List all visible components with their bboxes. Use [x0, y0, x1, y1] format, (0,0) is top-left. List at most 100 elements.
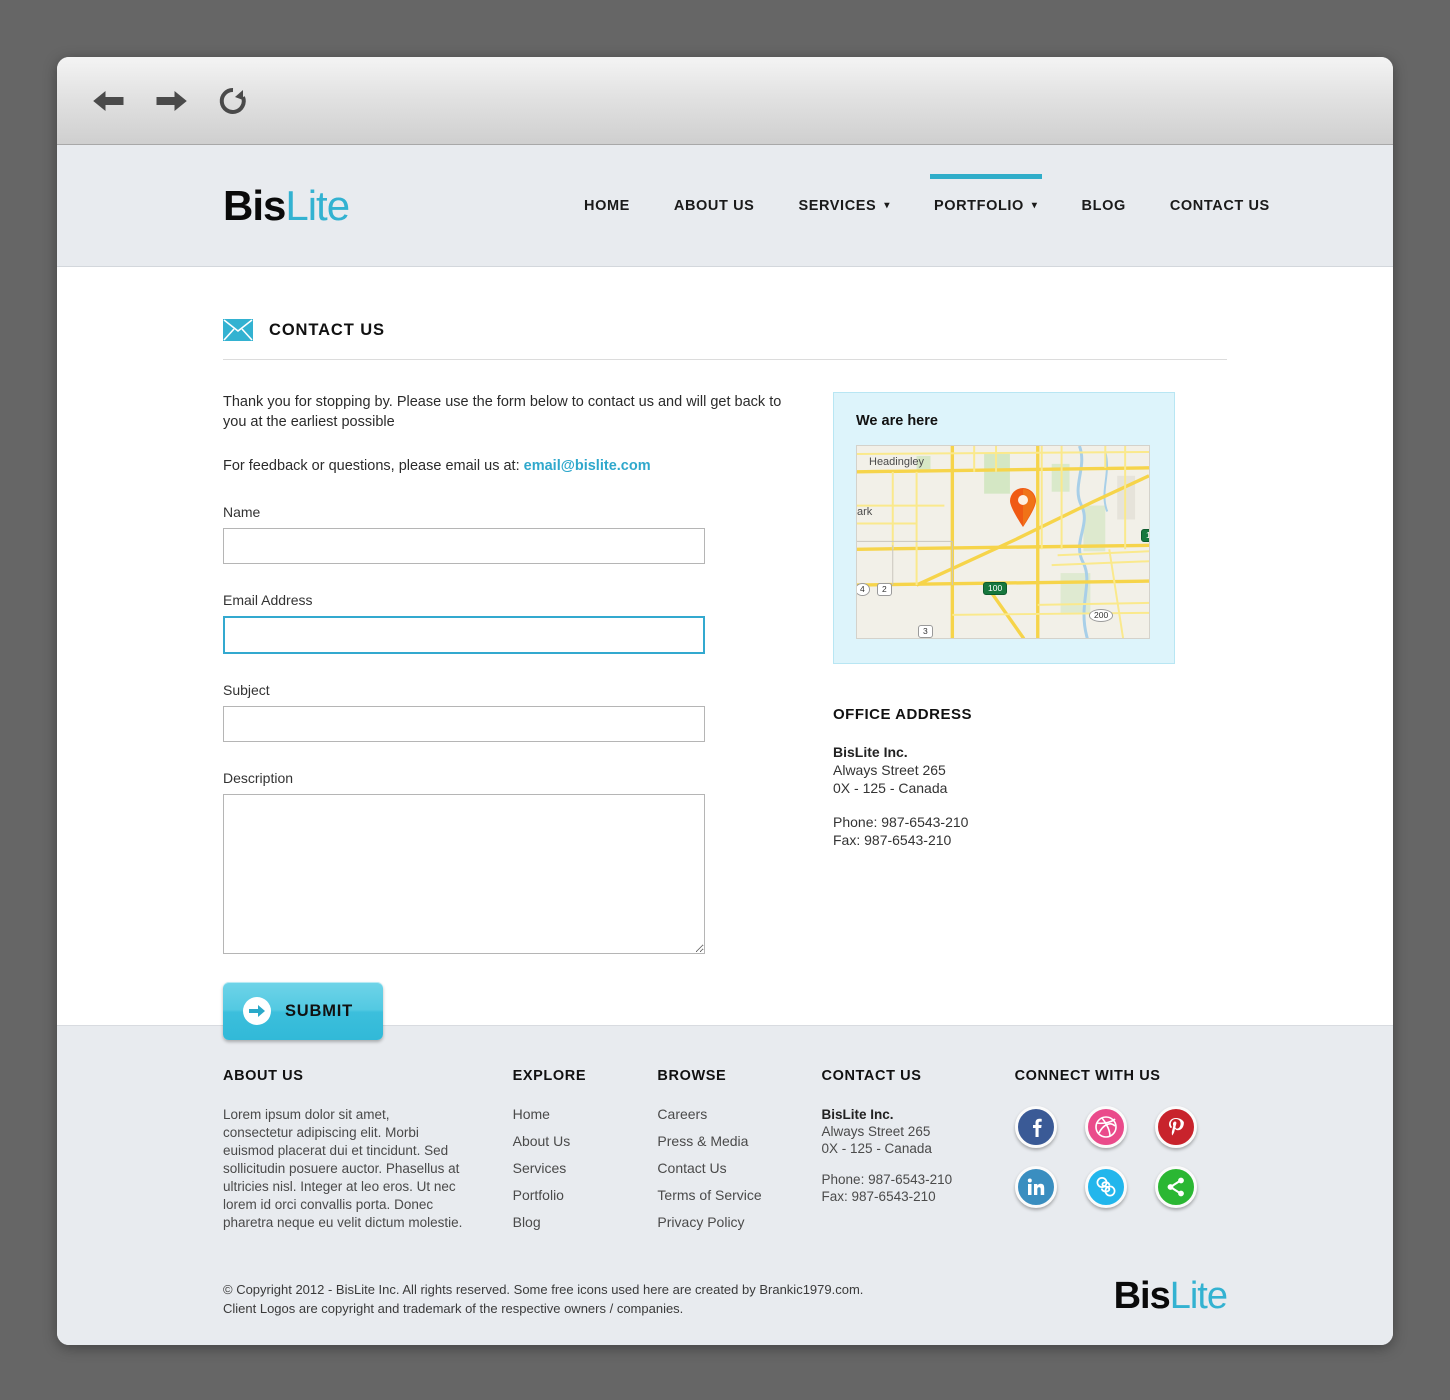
subject-label: Subject [223, 682, 270, 698]
main-content: CONTACT US Thank you for stopping by. Pl… [57, 267, 1393, 1040]
footer-contact-heading: CONTACT US [821, 1068, 922, 1084]
back-arrow-icon [93, 90, 124, 111]
site-header: BisLite HOME ABOUT US SERVICES ▾ PORTFOL… [57, 145, 1393, 267]
footer-about-column: ABOUT US Lorem ipsum dolor sit amet, con… [223, 1068, 513, 1241]
site-logo[interactable]: BisLite [223, 181, 350, 230]
nav-item-contact-us[interactable]: CONTACT US [1148, 145, 1292, 266]
location-map[interactable]: Headingley ark 4 2 100 200 3 1 [856, 445, 1150, 639]
nav-label: BLOG [1081, 197, 1126, 214]
facebook-icon[interactable] [1014, 1106, 1057, 1148]
contact-info-column: We are here Headingley ark 4 2 100 200 3… [833, 392, 1227, 1040]
site-footer: ABOUT US Lorem ipsum dolor sit amet, con… [57, 1025, 1393, 1345]
map-shield-100: 100 [983, 582, 1008, 595]
forward-button[interactable] [151, 81, 191, 121]
footer-link-careers[interactable]: Careers [657, 1106, 821, 1122]
nav-item-blog[interactable]: BLOG [1060, 145, 1148, 266]
footer-explore-heading: EXPLORE [512, 1068, 587, 1084]
footer-link-privacy-policy[interactable]: Privacy Policy [657, 1214, 821, 1230]
map-shield-2: 2 [877, 583, 892, 596]
logo-lite: Lite [285, 181, 350, 229]
map-shield-200: 200 [1089, 609, 1114, 622]
office-region: 0X - 125 - Canada [833, 780, 948, 796]
office-address-block: OFFICE ADDRESS BisLite Inc. Always Stree… [833, 706, 1227, 849]
office-street: Always Street 265 [833, 762, 946, 778]
map-label-headingley: Headingley [869, 456, 925, 468]
map-shield-4: 4 [857, 583, 870, 596]
intro-text: Thank you for stopping by. Please use th… [223, 394, 782, 430]
dribbble-icon[interactable] [1084, 1106, 1127, 1148]
footer-link-contact-us[interactable]: Contact Us [657, 1160, 821, 1176]
footer-logo-bis: Bis [1113, 1275, 1171, 1317]
subject-input[interactable] [223, 706, 705, 742]
email-input[interactable] [223, 616, 705, 654]
nav-item-home[interactable]: HOME [562, 145, 652, 266]
footer-contact-region: 0X - 125 - Canada [821, 1141, 932, 1156]
nav-item-about-us[interactable]: ABOUT US [652, 145, 777, 266]
map-pin-icon [1010, 488, 1036, 527]
nav-label: SERVICES [798, 197, 877, 214]
footer-link-about-us[interactable]: About Us [513, 1133, 658, 1149]
office-company-name: BisLite Inc. [833, 744, 908, 760]
footer-link-home[interactable]: Home [513, 1106, 658, 1122]
back-button[interactable] [89, 81, 129, 121]
nav-item-portfolio[interactable]: PORTFOLIO ▾ [912, 145, 1060, 266]
footer-about-heading: ABOUT US [223, 1068, 304, 1084]
footer-browse-heading: BROWSE [657, 1068, 727, 1084]
name-label: Name [223, 504, 261, 520]
reload-button[interactable] [213, 81, 253, 121]
submit-label: SUBMIT [285, 1001, 354, 1020]
contact-form-column: Thank you for stopping by. Please use th… [223, 392, 833, 1040]
copyright-line-1: © Copyright 2012 - BisLite Inc. All righ… [223, 1282, 864, 1297]
chevron-down-icon: ▾ [1031, 200, 1038, 211]
page-title: CONTACT US [269, 320, 385, 339]
nav-label: PORTFOLIO [933, 197, 1024, 214]
main-navigation: HOME ABOUT US SERVICES ▾ PORTFOLIO ▾ BLO… [562, 145, 1292, 266]
footer-contact-column: CONTACT US BisLite Inc. Always Street 26… [822, 1068, 1015, 1241]
arrow-right-icon [243, 997, 271, 1025]
envelope-icon [223, 319, 253, 341]
nav-label: CONTACT US [1169, 197, 1270, 214]
map-panel: We are here Headingley ark 4 2 100 200 3 [833, 392, 1175, 664]
footer-logo[interactable]: BisLite [1113, 1275, 1228, 1318]
footer-link-services[interactable]: Services [513, 1160, 658, 1176]
office-phone: Phone: 987-6543-210 [833, 814, 969, 830]
footer-link-terms-of-service[interactable]: Terms of Service [657, 1187, 821, 1203]
feedback-text: For feedback or questions, please email … [223, 456, 833, 476]
nav-label: HOME [584, 197, 630, 214]
footer-contact-name: BisLite Inc. [821, 1107, 894, 1122]
footer-link-portfolio[interactable]: Portfolio [513, 1187, 658, 1203]
linkedin-icon[interactable] [1014, 1166, 1057, 1208]
submit-button[interactable]: SUBMIT [223, 982, 383, 1040]
share-icon[interactable] [1154, 1166, 1197, 1208]
description-label: Description [223, 770, 294, 786]
footer-contact-fax: Fax: 987-6543-210 [821, 1189, 936, 1204]
logo-bis: Bis [223, 181, 286, 229]
copyright-line-2: Client Logos are copyright and trademark… [223, 1301, 684, 1316]
name-input[interactable] [223, 528, 705, 564]
forward-arrow-icon [156, 90, 187, 111]
copyright-row: © Copyright 2012 - BisLite Inc. All righ… [223, 1275, 1228, 1318]
chevron-down-icon: ▾ [884, 200, 890, 211]
footer-contact-street: Always Street 265 [821, 1124, 931, 1139]
footer-link-press-media[interactable]: Press & Media [657, 1133, 821, 1149]
footer-about-text: Lorem ipsum dolor sit amet, consectetur … [223, 1107, 463, 1230]
description-textarea[interactable] [223, 794, 705, 954]
footer-explore-column: EXPLORE Home About Us Services Portfolio… [513, 1068, 658, 1241]
nav-item-services[interactable]: SERVICES ▾ [776, 145, 912, 266]
footer-social-column: CONNECT WITH US [1014, 1068, 1227, 1241]
skype-icon[interactable] [1084, 1166, 1127, 1208]
pinterest-icon[interactable] [1154, 1106, 1197, 1148]
email-label: Email Address [223, 592, 313, 608]
footer-link-blog[interactable]: Blog [513, 1214, 658, 1230]
map-title: We are here [856, 413, 938, 429]
footer-contact-phone: Phone: 987-6543-210 [821, 1172, 953, 1187]
footer-social-heading: CONNECT WITH US [1014, 1068, 1161, 1084]
map-shield-3: 3 [918, 625, 933, 638]
nav-label: ABOUT US [673, 197, 755, 214]
browser-window: BisLite HOME ABOUT US SERVICES ▾ PORTFOL… [57, 57, 1393, 1345]
footer-browse-column: BROWSE Careers Press & Media Contact Us … [657, 1068, 821, 1241]
copyright-text: © Copyright 2012 - BisLite Inc. All righ… [223, 1280, 863, 1318]
email-link[interactable]: email@bislite.com [524, 458, 651, 474]
page-title-row: CONTACT US [223, 319, 1227, 359]
reload-icon [219, 87, 246, 114]
